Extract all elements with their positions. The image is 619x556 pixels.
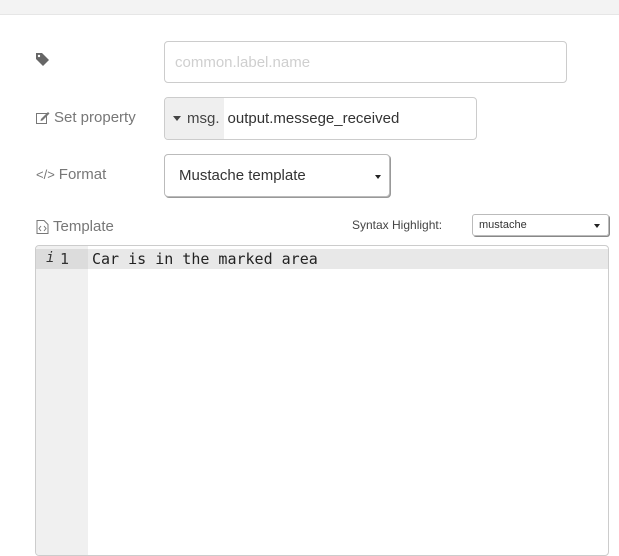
line-number: 1	[60, 250, 70, 268]
code-line[interactable]: Car is in the marked area	[92, 249, 318, 269]
editor-gutter	[36, 246, 88, 555]
syntax-selected: mustache	[479, 219, 527, 231]
property-type-label: msg.	[187, 110, 220, 127]
format-label: </> Format	[36, 166, 106, 183]
syntax-highlight-label: Syntax Highlight:	[352, 218, 443, 232]
syntax-highlight-select[interactable]: mustache	[472, 214, 609, 236]
set-property-text: Set property	[54, 109, 136, 126]
file-code-icon	[36, 219, 49, 234]
template-text: Template	[53, 218, 114, 235]
format-select[interactable]: Mustache template	[164, 154, 390, 197]
format-selected: Mustache template	[179, 167, 306, 184]
property-field[interactable]: msg. output.messege_received	[164, 97, 477, 140]
template-label: Template	[36, 218, 114, 235]
code-icon: </>	[36, 167, 55, 182]
chevron-down-icon	[375, 174, 381, 179]
tag-icon	[36, 53, 49, 66]
edit-icon	[36, 112, 50, 124]
format-text: Format	[58, 166, 107, 183]
dialog-top-bar	[0, 0, 619, 15]
property-type-dropdown[interactable]: msg.	[165, 98, 224, 139]
template-editor[interactable]: i 1 Car is in the marked area	[35, 245, 609, 556]
property-value[interactable]: output.messege_received	[224, 110, 400, 127]
caret-down-icon	[173, 116, 181, 121]
chevron-down-icon	[594, 224, 600, 228]
set-property-label: Set property	[36, 109, 136, 126]
name-input[interactable]: common.label.name	[164, 41, 567, 83]
info-icon: i	[46, 250, 55, 266]
